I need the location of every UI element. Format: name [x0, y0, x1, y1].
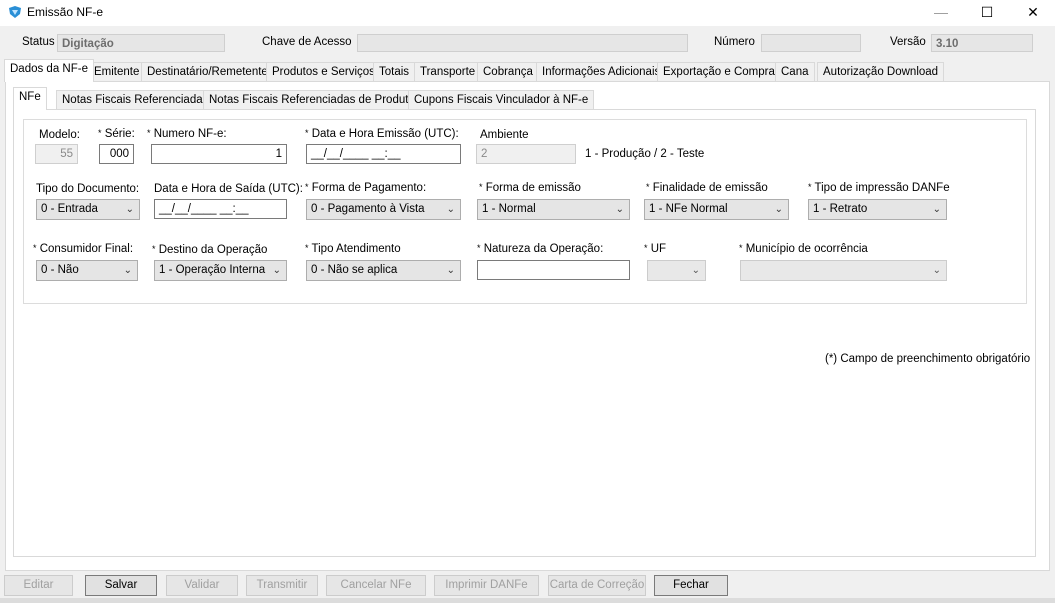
transmitir-button[interactable]: Transmitir — [246, 575, 318, 596]
forma-emissao-label: * Forma de emissão — [479, 182, 581, 194]
validar-button[interactable]: Validar — [166, 575, 238, 596]
chevron-down-icon: ⌄ — [446, 265, 455, 276]
tab-cupons-fiscais[interactable]: Cupons Fiscais Vinculador à NF-e — [408, 90, 595, 109]
versao-label: Versão — [890, 36, 926, 48]
destino-select[interactable]: 1 - Operação Interna ⌄ — [154, 260, 287, 281]
status-field: Digitação — [57, 34, 225, 52]
numero-field — [761, 34, 861, 52]
tab-nfe[interactable]: NFe — [13, 87, 47, 110]
tab-emitente[interactable]: Emitente — [88, 62, 146, 81]
tab-informacoes[interactable]: Informações Adicionais — [536, 62, 667, 81]
tipo-impressao-label: * Tipo de impressão DANFe — [808, 182, 950, 194]
tab-notas-produtor[interactable]: Notas Fiscais Referenciadas de Produtor — [203, 90, 425, 109]
salvar-button[interactable]: Salvar — [85, 575, 157, 596]
chave-acesso-field — [357, 34, 688, 52]
chevron-down-icon: ⌄ — [932, 204, 941, 215]
numero-label: Número — [714, 36, 755, 48]
tab-produtos[interactable]: Produtos e Serviços — [266, 62, 381, 81]
versao-field: 3.10 — [931, 34, 1033, 52]
chevron-down-icon: ⌄ — [932, 265, 941, 276]
imprimir-danfe-button[interactable]: Imprimir DANFe — [434, 575, 539, 596]
ambiente-field: 2 — [476, 144, 576, 164]
chevron-down-icon: ⌄ — [446, 204, 455, 215]
natureza-label: * Natureza da Operação: — [477, 243, 604, 255]
cancelar-nfe-button[interactable]: Cancelar NFe — [326, 575, 426, 596]
uf-select[interactable]: ⌄ — [647, 260, 706, 281]
natureza-input[interactable] — [477, 260, 630, 280]
destino-label: * Destino da Operação — [152, 244, 268, 256]
forma-pagamento-select[interactable]: 0 - Pagamento à Vista ⌄ — [306, 199, 461, 220]
tab-autorizacao[interactable]: Autorização Download — [817, 62, 945, 81]
tab-cobranca[interactable]: Cobrança — [477, 62, 539, 81]
numero-nfe-label: * Numero NF-e: — [147, 128, 227, 140]
chevron-down-icon: ⌄ — [123, 265, 132, 276]
ambiente-hint: 1 - Produção / 2 - Teste — [585, 148, 705, 160]
numero-nfe-input[interactable]: 1 — [151, 144, 287, 164]
tipo-documento-label: Tipo do Documento: — [36, 183, 140, 195]
atendimento-select[interactable]: 0 - Não se aplica ⌄ — [306, 260, 461, 281]
forma-emissao-select[interactable]: 1 - Normal ⌄ — [477, 199, 630, 220]
chevron-down-icon: ⌄ — [125, 204, 134, 215]
tipo-documento-select[interactable]: 0 - Entrada ⌄ — [36, 199, 140, 220]
tipo-impressao-select[interactable]: 1 - Retrato ⌄ — [808, 199, 947, 220]
required-note: (*) Campo de preenchimento obrigatório — [825, 353, 1031, 365]
atendimento-label: * Tipo Atendimento — [305, 243, 401, 255]
title-bar: Emissão NF-e — ☐ ✕ — [0, 0, 1055, 26]
forma-pagamento-label: * Forma de Pagamento: — [305, 182, 427, 194]
chevron-down-icon: ⌄ — [615, 204, 624, 215]
status-label: Status — [22, 36, 55, 48]
maximize-icon[interactable]: ☐ — [964, 0, 1010, 26]
uf-label: * UF — [644, 243, 667, 255]
finalidade-label: * Finalidade de emissão — [646, 182, 768, 194]
modelo-label: Modelo: — [39, 129, 80, 141]
window-bottom-edge — [0, 598, 1055, 603]
data-emissao-label: * Data e Hora Emissão (UTC): — [305, 128, 459, 140]
tab-destinatario[interactable]: Destinatário/Remetente — [141, 62, 274, 81]
close-icon[interactable]: ✕ — [1010, 0, 1055, 26]
chevron-down-icon: ⌄ — [691, 265, 700, 276]
app-icon — [9, 6, 21, 18]
data-saida-input[interactable]: __/__/____ __:__ — [154, 199, 287, 219]
tab-totais[interactable]: Totais — [373, 62, 416, 81]
chevron-down-icon: ⌄ — [272, 265, 281, 276]
tab-dados-nfe[interactable]: Dados da NF-e — [4, 59, 94, 82]
window-title: Emissão NF-e — [27, 5, 104, 19]
editar-button[interactable]: Editar — [4, 575, 73, 596]
data-emissao-input[interactable]: __/__/____ __:__ — [306, 144, 461, 164]
tab-exportacao[interactable]: Exportação e Compras — [657, 62, 787, 81]
tab-notas-referenciadas[interactable]: Notas Fiscais Referenciadas — [56, 90, 215, 109]
tab-transporte[interactable]: Transporte — [414, 62, 482, 81]
finalidade-select[interactable]: 1 - NFe Normal ⌄ — [644, 199, 789, 220]
consumidor-label: * Consumidor Final: — [33, 243, 134, 255]
carta-correcao-button[interactable]: Carta de Correção — [548, 575, 646, 596]
municipio-label: * Município de ocorrência — [739, 243, 868, 255]
chave-acesso-label: Chave de Acesso — [262, 36, 352, 48]
consumidor-select[interactable]: 0 - Não ⌄ — [36, 260, 138, 281]
modelo-field: 55 — [35, 144, 78, 164]
municipio-select[interactable]: ⌄ — [740, 260, 947, 281]
minimize-icon[interactable]: — — [918, 0, 964, 26]
tab-cana[interactable]: Cana — [775, 62, 815, 81]
data-saida-label: Data e Hora de Saída (UTC): — [154, 183, 303, 195]
fechar-button[interactable]: Fechar — [654, 575, 728, 596]
serie-label: * Série: — [98, 128, 135, 140]
chevron-down-icon: ⌄ — [774, 204, 783, 215]
ambiente-label: Ambiente — [480, 129, 529, 141]
serie-input[interactable]: 000 — [99, 144, 134, 164]
